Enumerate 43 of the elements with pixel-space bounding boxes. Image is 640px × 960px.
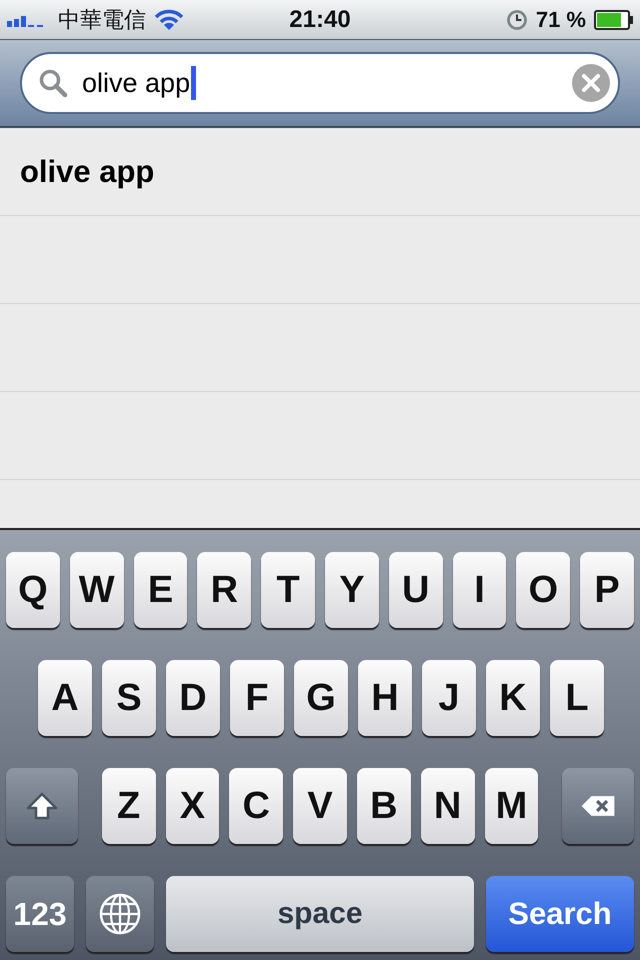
letter-key[interactable]: R [197, 552, 252, 628]
letter-key[interactable]: F [230, 660, 284, 736]
search-icon [38, 68, 68, 98]
globe-icon [98, 892, 142, 936]
letter-key[interactable]: O [516, 552, 570, 628]
search-text: olive app [82, 68, 190, 98]
letter-key[interactable]: U [388, 552, 443, 628]
space-key[interactable]: space [166, 876, 474, 952]
letter-key[interactable]: T [261, 552, 315, 628]
letter-key[interactable]: C [229, 768, 284, 844]
battery-icon [594, 10, 634, 30]
letter-key[interactable]: W [70, 552, 124, 628]
letter-key[interactable]: Y [324, 552, 379, 628]
carrier-name: 中華電信 [58, 6, 146, 34]
letter-key[interactable]: H [358, 660, 412, 736]
status-time: 21:40 [289, 6, 351, 34]
letter-key[interactable]: Z [102, 768, 156, 844]
letter-key[interactable]: P [580, 552, 634, 628]
backspace-key[interactable] [562, 768, 634, 844]
letter-key[interactable]: B [356, 768, 411, 844]
letter-key[interactable]: K [486, 660, 540, 736]
wifi-icon [154, 8, 184, 30]
letter-key[interactable]: J [422, 660, 476, 736]
letter-key[interactable]: L [550, 660, 604, 736]
letter-key[interactable]: V [293, 768, 347, 844]
letter-key[interactable]: I [452, 552, 506, 628]
letter-key[interactable]: M [484, 768, 538, 844]
search-button[interactable]: Search [486, 876, 634, 952]
search-field[interactable]: olive app [20, 52, 620, 114]
letter-key[interactable]: X [166, 768, 220, 844]
letter-key[interactable]: E [134, 552, 188, 628]
letter-key[interactable]: A [38, 660, 92, 736]
letter-key[interactable]: G [294, 660, 348, 736]
text-cursor [191, 66, 196, 100]
numbers-key[interactable]: 123 [6, 876, 74, 952]
letter-key[interactable]: D [166, 660, 220, 736]
clock-icon [506, 8, 528, 30]
letter-key[interactable]: N [420, 768, 474, 844]
letter-key[interactable]: Q [6, 552, 60, 628]
letter-key[interactable]: S [102, 660, 156, 736]
shift-key[interactable] [6, 768, 78, 844]
battery-percent: 71 % [536, 6, 586, 32]
globe-key[interactable] [86, 876, 154, 952]
